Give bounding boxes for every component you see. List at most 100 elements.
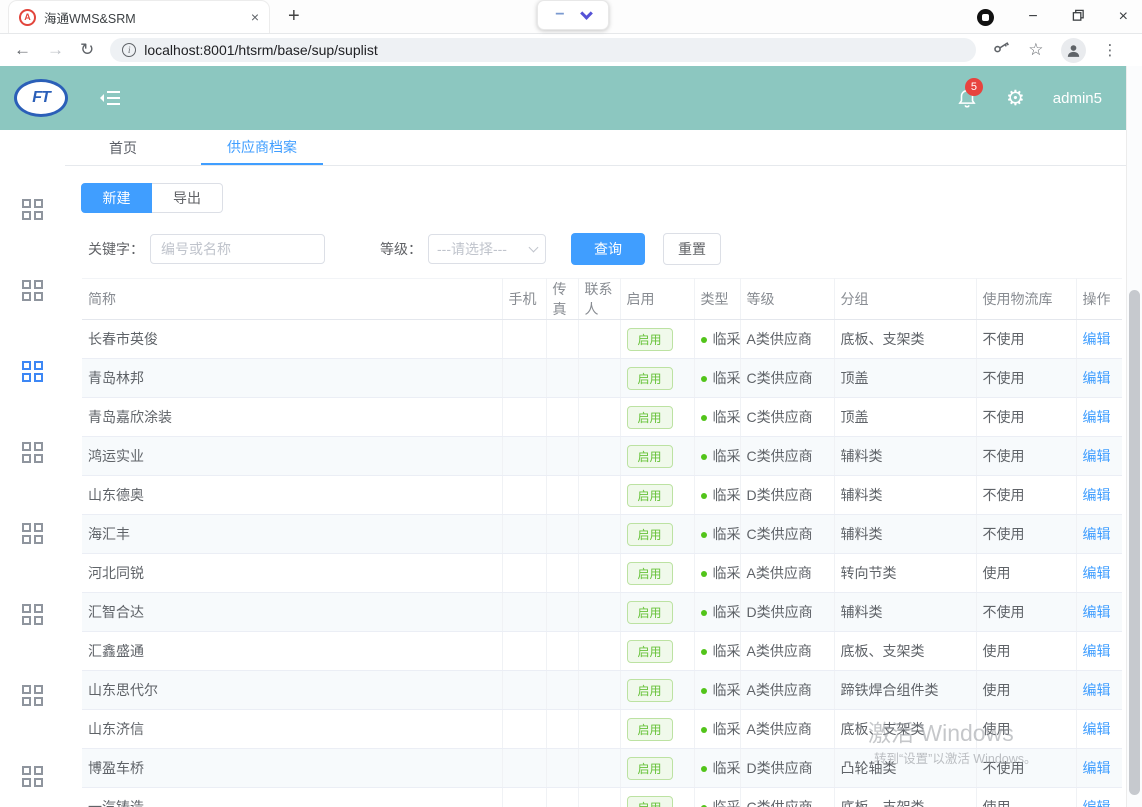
grid-menu-icon[interactable] (22, 604, 43, 625)
supplier-name: 汇智合达 (82, 593, 502, 632)
enable-badge[interactable]: 启用 (627, 796, 673, 807)
level-cell: C类供应商 (740, 398, 834, 437)
tab-home[interactable]: 首页 (93, 130, 153, 165)
level-cell: A类供应商 (740, 632, 834, 671)
table-row[interactable]: 青岛嘉欣涂装 启用 临采 C类供应商 顶盖 不使用 编辑 (82, 398, 1122, 437)
tab-close-icon[interactable]: × (251, 9, 259, 25)
edit-link[interactable]: 编辑 (1083, 526, 1111, 542)
mobile-cell (502, 593, 546, 632)
table-row[interactable]: 海汇丰 启用 临采 C类供应商 辅料类 不使用 编辑 (82, 515, 1122, 554)
grid-menu-icon-active[interactable] (22, 361, 43, 382)
chevron-down-icon[interactable] (580, 7, 593, 20)
contact-cell (578, 788, 620, 807)
edit-link[interactable]: 编辑 (1083, 487, 1111, 503)
reload-icon[interactable]: ↻ (80, 40, 94, 60)
grid-menu-icon[interactable] (22, 280, 43, 301)
widget-minimize-icon[interactable]: − (555, 6, 564, 24)
scrollbar-thumb[interactable] (1129, 290, 1140, 795)
edit-link[interactable]: 编辑 (1083, 682, 1111, 698)
table-row[interactable]: 山东济信 启用 临采 A类供应商 底板、支架类 使用 编辑 (82, 710, 1122, 749)
menu-collapse-icon[interactable] (98, 88, 122, 108)
mobile-cell (502, 476, 546, 515)
keyword-input[interactable] (150, 234, 325, 264)
type-label: 临采 (713, 760, 741, 776)
table-row[interactable]: 长春市英俊 启用 临采 A类供应商 底板、支架类 不使用 编辑 (82, 320, 1122, 359)
edit-link[interactable]: 编辑 (1083, 643, 1111, 659)
window-close-icon[interactable]: × (1119, 9, 1128, 25)
notification-badge: 5 (965, 78, 983, 96)
enable-badge[interactable]: 启用 (627, 445, 673, 468)
grid-menu-icon[interactable] (22, 685, 43, 706)
edit-link[interactable]: 编辑 (1083, 760, 1111, 776)
enable-badge[interactable]: 启用 (627, 757, 673, 780)
edit-link[interactable]: 编辑 (1083, 721, 1111, 737)
fax-cell (546, 710, 578, 749)
table-row[interactable]: 博盈车桥 启用 临采 D类供应商 凸轮轴类 不使用 编辑 (82, 749, 1122, 788)
table-row[interactable]: 鸿运实业 启用 临采 C类供应商 辅料类 不使用 编辑 (82, 437, 1122, 476)
window-restore-icon[interactable] (1072, 9, 1085, 26)
tab-supplier-archive[interactable]: 供应商档案 (201, 130, 323, 165)
edit-link[interactable]: 编辑 (1083, 448, 1111, 464)
username[interactable]: admin5 (1053, 90, 1102, 107)
table-row[interactable]: 一汽铸造 启用 临采 C类供应商 底板、支架类 使用 编辑 (82, 788, 1122, 807)
forward-icon[interactable]: → (47, 40, 64, 60)
site-info-icon[interactable]: i (122, 43, 136, 57)
browser-menu-icon[interactable]: ⋮ (1103, 41, 1118, 59)
enable-badge[interactable]: 启用 (627, 367, 673, 390)
enable-badge[interactable]: 启用 (627, 484, 673, 507)
group-cell: 底板、支架类 (834, 788, 976, 807)
edit-link[interactable]: 编辑 (1083, 565, 1111, 581)
contact-cell (578, 515, 620, 554)
profile-avatar[interactable] (1061, 38, 1086, 63)
enable-badge[interactable]: 启用 (627, 601, 673, 624)
enable-badge[interactable]: 启用 (627, 562, 673, 585)
type-label: 临采 (713, 409, 741, 425)
enable-badge[interactable]: 启用 (627, 523, 673, 546)
table-row[interactable]: 青岛林邦 启用 临采 C类供应商 顶盖 不使用 编辑 (82, 359, 1122, 398)
group-cell: 蹄铁焊合组件类 (834, 671, 976, 710)
settings-gear-icon[interactable]: ⚙ (1006, 86, 1025, 111)
table-row[interactable]: 汇鑫盛通 启用 临采 A类供应商 底板、支架类 使用 编辑 (82, 632, 1122, 671)
window-minimize-icon[interactable]: − (1028, 9, 1037, 25)
enable-badge[interactable]: 启用 (627, 328, 673, 351)
edit-link[interactable]: 编辑 (1083, 331, 1111, 347)
new-button[interactable]: 新建 (81, 183, 152, 213)
edit-link[interactable]: 编辑 (1083, 799, 1111, 807)
edit-link[interactable]: 编辑 (1083, 409, 1111, 425)
record-status-icon[interactable] (977, 9, 994, 26)
enable-badge[interactable]: 启用 (627, 640, 673, 663)
bookmark-star-icon[interactable]: ☆ (1028, 40, 1043, 60)
new-tab-button[interactable]: + (288, 5, 300, 28)
grid-menu-icon[interactable] (22, 442, 43, 463)
table-row[interactable]: 河北同锐 启用 临采 A类供应商 转向节类 使用 编辑 (82, 554, 1122, 593)
password-key-icon[interactable] (992, 38, 1011, 62)
page-scrollbar[interactable] (1126, 66, 1142, 807)
reset-button[interactable]: 重置 (663, 233, 721, 265)
table-body: 长春市英俊 启用 临采 A类供应商 底板、支架类 不使用 编辑 青岛林邦 启用 … (82, 320, 1122, 807)
enable-badge[interactable]: 启用 (627, 718, 673, 741)
table-row[interactable]: 汇智合达 启用 临采 D类供应商 辅料类 不使用 编辑 (82, 593, 1122, 632)
supplier-name: 山东德奥 (82, 476, 502, 515)
browser-tab-strip: A 海通WMS&SRM × + − − × (0, 0, 1142, 34)
table-row[interactable]: 山东思代尔 启用 临采 A类供应商 蹄铁焊合组件类 使用 编辑 (82, 671, 1122, 710)
mobile-cell (502, 320, 546, 359)
browser-tab[interactable]: A 海通WMS&SRM × (8, 0, 270, 33)
grid-menu-icon[interactable] (22, 766, 43, 787)
level-cell: A类供应商 (740, 710, 834, 749)
supplier-name: 鸿运实业 (82, 437, 502, 476)
level-select[interactable]: ---请选择--- (428, 234, 546, 264)
export-button[interactable]: 导出 (152, 183, 223, 213)
back-icon[interactable]: ← (14, 40, 31, 60)
grid-menu-icon[interactable] (22, 523, 43, 544)
enable-badge[interactable]: 启用 (627, 406, 673, 429)
header-right: 5 ⚙ admin5 (956, 86, 1102, 111)
edit-link[interactable]: 编辑 (1083, 604, 1111, 620)
table-row[interactable]: 山东德奥 启用 临采 D类供应商 辅料类 不使用 编辑 (82, 476, 1122, 515)
address-bar[interactable]: i localhost:8001/htsrm/base/sup/suplist (110, 38, 976, 62)
type-label: 临采 (713, 799, 741, 807)
enable-badge[interactable]: 启用 (627, 679, 673, 702)
notification-bell-icon[interactable]: 5 (956, 87, 978, 109)
edit-link[interactable]: 编辑 (1083, 370, 1111, 386)
search-button[interactable]: 查询 (571, 233, 645, 265)
grid-menu-icon[interactable] (22, 199, 43, 220)
